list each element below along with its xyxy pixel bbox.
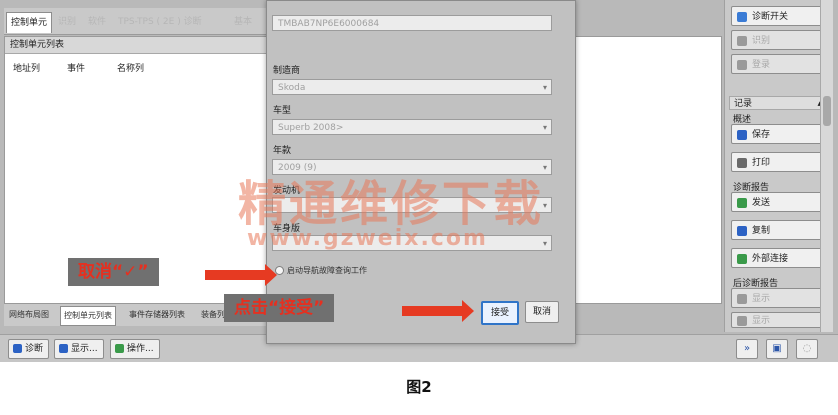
tab-identify[interactable]: 识别	[54, 12, 80, 32]
switch-icon	[737, 12, 747, 22]
vin-field[interactable]: TMBAB7NP6E6000684	[272, 15, 552, 31]
tab-event-memory-list[interactable]: 事件存储器列表	[126, 306, 188, 324]
column-header-name[interactable]: 名称列	[117, 61, 144, 74]
guided-fault-finding-option[interactable]: 启动导航故障查询工作	[275, 265, 367, 276]
send-button[interactable]: 发送	[731, 192, 825, 212]
display-button[interactable]: 显示...	[54, 339, 104, 359]
content-area	[575, 36, 722, 304]
help-button[interactable]: ◌	[796, 339, 818, 359]
forward-button[interactable]: »	[736, 339, 758, 359]
operate-icon	[115, 344, 124, 353]
save-button[interactable]: 保存	[731, 124, 825, 144]
floppy-icon	[737, 130, 747, 140]
column-header-event[interactable]: 事件	[67, 61, 85, 74]
watermark-url: www.gzweix.com	[247, 226, 488, 251]
login-icon	[737, 60, 747, 70]
tab-basic[interactable]: 基本	[230, 12, 256, 32]
chevron-down-icon: ▾	[542, 83, 547, 92]
figure-caption: 图2	[406, 378, 432, 396]
send-icon	[737, 198, 747, 208]
link-icon	[737, 254, 747, 264]
right-sidebar: 诊断开关 识别 登录 记录▴ 概述 保存 打印 诊断报告 发送 复制 外部连接 …	[724, 0, 831, 332]
maker-label: 制造商	[273, 66, 301, 76]
model-select[interactable]: Superb 2008> ▾	[272, 119, 552, 135]
copy-button[interactable]: 复制	[731, 220, 825, 240]
printer-icon	[737, 158, 747, 168]
diagnose-button[interactable]: 诊断	[8, 339, 50, 359]
operate-button[interactable]: 操作...	[110, 339, 160, 359]
tab-tps-diagnosis[interactable]: TPS-TPS ( 2E ) 诊断	[114, 12, 206, 32]
sidebar-scrollbar[interactable]	[820, 0, 833, 332]
diagnosis-switch-button[interactable]: 诊断开关	[731, 6, 825, 26]
accept-button[interactable]: 接受	[481, 301, 519, 325]
window-button[interactable]: ▣	[766, 339, 788, 359]
click-accept-annotation: 点击“接受”	[224, 294, 335, 322]
login-button[interactable]: 登录	[731, 54, 825, 74]
later-display-button-2[interactable]: 显示	[731, 312, 825, 328]
record-section-header[interactable]: 记录▴	[729, 96, 827, 110]
maker-select[interactable]: Skoda ▾	[272, 79, 552, 95]
external-connection-button[interactable]: 外部连接	[731, 248, 825, 268]
tab-software[interactable]: 软件	[84, 12, 110, 32]
display-icon	[59, 344, 68, 353]
uncheck-annotation: 取消“✓”	[68, 258, 159, 286]
top-tab-strip: 控制单元 识别 软件 TPS-TPS ( 2E ) 诊断 基本	[4, 8, 266, 35]
cancel-button[interactable]: 取消	[525, 301, 559, 323]
year-label: 年款	[273, 146, 292, 156]
watermark-title: 精通维修下载	[238, 176, 545, 232]
later-display-button-1[interactable]: 显示	[731, 288, 825, 308]
scrollbar-thumb[interactable]	[823, 96, 831, 126]
model-label: 车型	[273, 106, 292, 116]
tab-control-unit-list[interactable]: 控制单元列表	[60, 306, 116, 326]
identify-button[interactable]: 识别	[731, 30, 825, 50]
display-icon	[737, 316, 747, 326]
chevron-down-icon: ▾	[542, 123, 547, 132]
screenshot: 控制单元 识别 软件 TPS-TPS ( 2E ) 诊断 基本 控制单元列表 地…	[0, 0, 838, 362]
double-chevron-right-icon: »	[743, 343, 751, 354]
copy-icon	[737, 226, 747, 236]
display-icon	[737, 294, 747, 304]
print-button[interactable]: 打印	[731, 152, 825, 172]
window-icon: ▣	[772, 343, 782, 354]
arrow-right-icon	[402, 300, 474, 322]
tab-network-layout[interactable]: 网络布局图	[6, 306, 52, 324]
panel-title: 控制单元列表	[5, 37, 267, 54]
tab-control-unit[interactable]: 控制单元	[6, 12, 53, 33]
column-header-address[interactable]: 地址列	[13, 61, 40, 74]
identify-icon	[737, 36, 747, 46]
chevron-down-icon: ▾	[542, 239, 547, 248]
arrow-right-icon	[205, 264, 277, 286]
diagnose-icon	[13, 344, 22, 353]
help-icon: ◌	[802, 343, 812, 354]
